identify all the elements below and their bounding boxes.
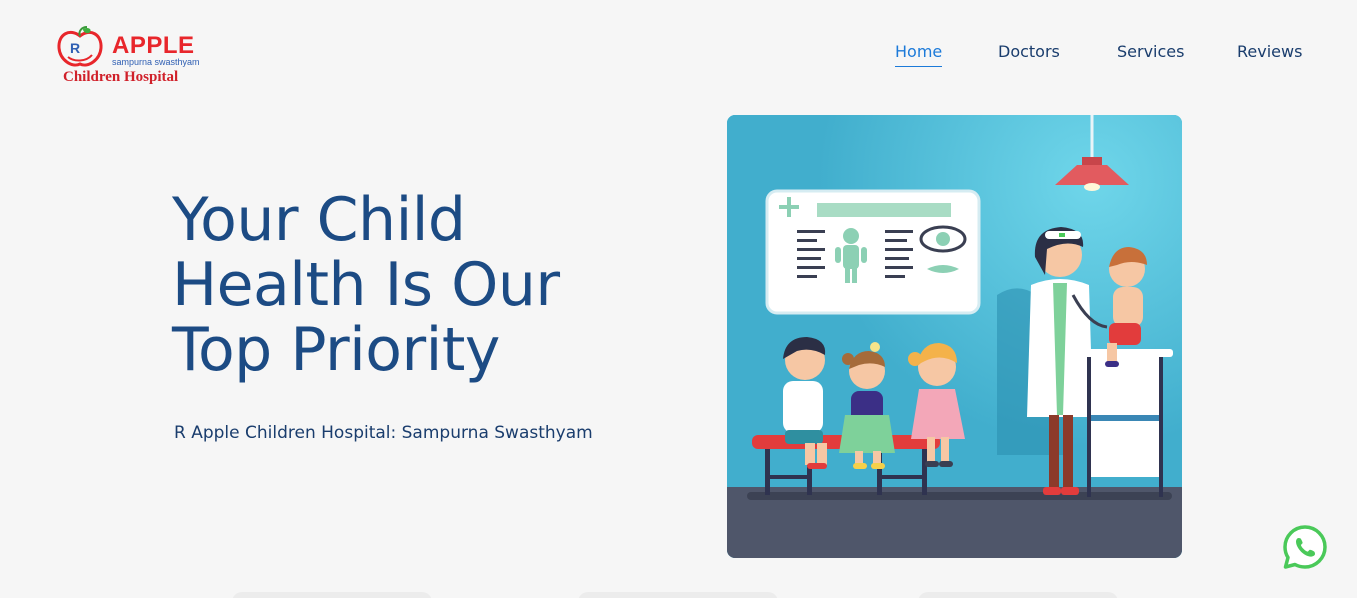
nav-services-link[interactable]: Services — [1117, 42, 1184, 62]
hero-illustration — [727, 115, 1182, 558]
card-peek-1 — [232, 592, 432, 598]
card-peek-3 — [918, 592, 1118, 598]
whatsapp-icon — [1283, 525, 1327, 569]
nav-doctors-link[interactable]: Doctors — [998, 42, 1060, 62]
whatsapp-button[interactable] — [1282, 524, 1328, 570]
doctor-with-children-illustration — [727, 115, 1182, 558]
hero-subtitle: R Apple Children Hospital: Sampurna Swas… — [174, 423, 593, 443]
main-nav: Home Doctors Services Reviews — [0, 42, 1357, 72]
nav-reviews-link[interactable]: Reviews — [1237, 42, 1302, 62]
card-peek-2 — [578, 592, 778, 598]
hero-title: Your Child Health Is Our Top Priority — [172, 185, 560, 385]
nav-home-link[interactable]: Home — [895, 42, 943, 67]
